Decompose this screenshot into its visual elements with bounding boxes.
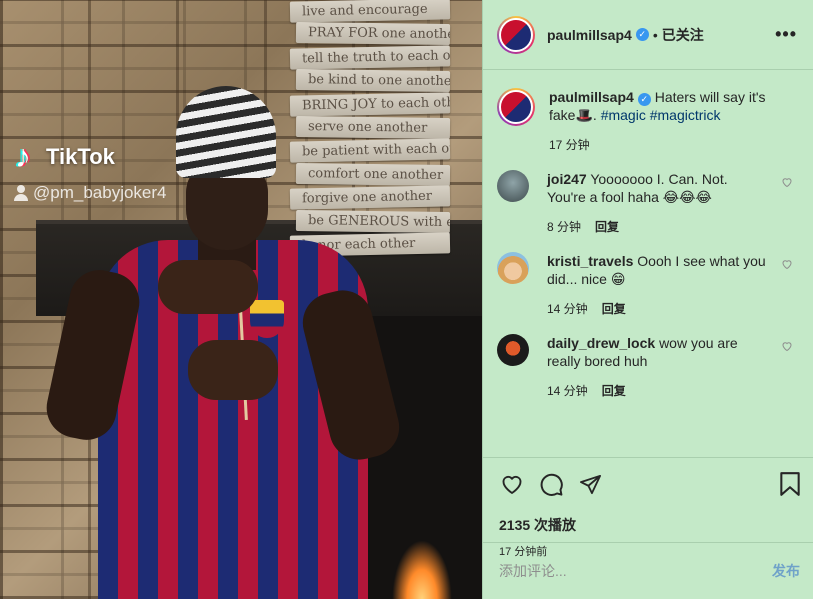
sign: tell the truth to each other <box>289 45 451 70</box>
caption-username[interactable]: paulmillsap4 <box>549 89 634 105</box>
post-comment-button[interactable]: 发布 <box>772 561 800 581</box>
sign: live and encourage <box>289 0 451 23</box>
add-comment-input[interactable] <box>499 563 772 579</box>
fire-flame <box>392 540 452 599</box>
caption: paulmillsap4 ✓ Haters will say it's fake🎩… <box>497 88 797 154</box>
club-crest <box>250 300 284 338</box>
caption-time[interactable]: 17 分钟 <box>549 138 590 152</box>
comment-bubble-icon[interactable] <box>539 472 564 502</box>
comment-time[interactable]: 14 分钟 <box>547 302 588 316</box>
reply-button[interactable]: 回复 <box>602 302 626 316</box>
comment: joi247 Yooooooo I. Can. Not. You're a fo… <box>497 170 797 236</box>
post-sidebar: paulmillsap4 ✓ • 已关注 ••• paulmillsap4 ✓ H… <box>482 0 813 599</box>
reply-button[interactable]: 回复 <box>595 220 619 234</box>
add-comment-bar: 发布 <box>483 542 813 599</box>
avatar[interactable] <box>497 15 535 54</box>
avatar[interactable] <box>497 334 529 366</box>
avatar[interactable] <box>497 88 535 126</box>
like-heart-icon[interactable] <box>781 176 793 188</box>
action-bar <box>483 457 813 515</box>
instagram-post-window: live and encourage PRAY FOR one another … <box>0 0 813 599</box>
like-heart-icon[interactable] <box>499 472 525 501</box>
verified-badge-icon: ✓ <box>635 28 649 41</box>
more-options-icon[interactable]: ••• <box>775 24 797 45</box>
comment-time[interactable]: 14 分钟 <box>547 384 588 398</box>
comment: kristi_travels Oooh I see what you did..… <box>497 252 797 318</box>
user-icon <box>14 185 28 201</box>
comment-username[interactable]: daily_drew_lock <box>547 335 655 351</box>
following-button[interactable]: 已关注 <box>662 25 704 45</box>
hashtag-link[interactable]: #magic <box>601 107 646 123</box>
sign: PRAY FOR one another <box>295 22 451 46</box>
avatar[interactable] <box>497 170 529 202</box>
tiktok-logo-icon <box>14 138 40 175</box>
verified-badge-icon: ✓ <box>637 93 651 106</box>
hashtag-link[interactable]: #magictrick <box>650 107 721 123</box>
comments-list[interactable]: paulmillsap4 ✓ Haters will say it's fake🎩… <box>483 70 813 457</box>
hand <box>158 260 258 314</box>
comment-time[interactable]: 8 分钟 <box>547 220 581 234</box>
striped-beanie <box>176 86 276 178</box>
hand <box>188 340 278 400</box>
bookmark-icon[interactable] <box>779 471 801 502</box>
like-heart-icon[interactable] <box>781 340 793 352</box>
share-send-icon[interactable] <box>578 473 603 501</box>
avatar[interactable] <box>497 252 529 284</box>
separator-dot: • <box>652 26 658 43</box>
reply-button[interactable]: 回复 <box>602 384 626 398</box>
post-header: paulmillsap4 ✓ • 已关注 ••• <box>483 0 813 70</box>
comment: daily_drew_lock wow you are really bored… <box>497 334 797 400</box>
comment-username[interactable]: kristi_travels <box>547 253 633 269</box>
tiktok-watermark: TikTok <box>14 138 115 175</box>
tiktok-handle: @pm_babyjoker4 <box>14 183 167 203</box>
tiktok-handle-text: @pm_babyjoker4 <box>33 183 167 202</box>
comment-username[interactable]: joi247 <box>547 171 587 187</box>
view-count[interactable]: 2135 次播放 <box>499 515 797 535</box>
tiktok-brand: TikTok <box>46 144 115 169</box>
like-heart-icon[interactable] <box>781 258 793 270</box>
header-username[interactable]: paulmillsap4 <box>547 27 632 43</box>
video-player[interactable]: live and encourage PRAY FOR one another … <box>0 0 482 599</box>
